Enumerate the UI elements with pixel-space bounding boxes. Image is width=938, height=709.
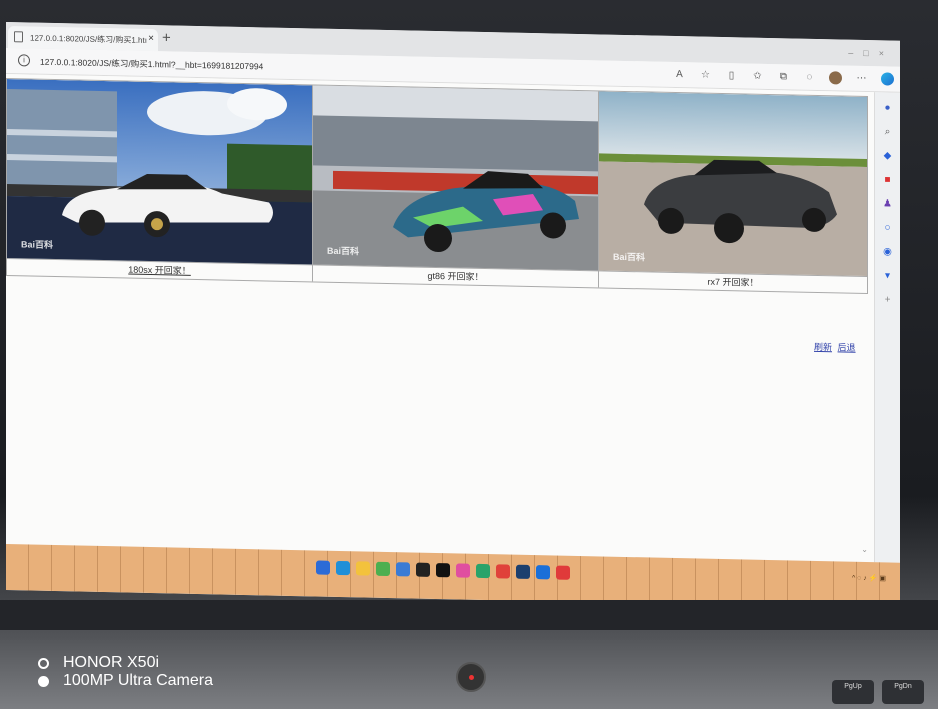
car-gallery-table: Bai百科 180sx 开回家！ Bai百科 gt86 开回家！ Bai百科 r…	[6, 78, 868, 295]
laptop-hinge	[0, 600, 938, 630]
system-tray[interactable]: ^ ◌ ♪ ⚡ ▣	[852, 574, 886, 583]
gallery-cell-180sx: Bai百科 180sx 开回家！	[7, 79, 313, 282]
favorite-icon[interactable]: ☆	[699, 69, 712, 82]
refresh-link[interactable]: 刷新	[814, 342, 832, 352]
app-icon[interactable]	[536, 565, 550, 580]
edge-copilot-icon[interactable]	[881, 72, 894, 86]
music-app-icon[interactable]	[476, 563, 490, 579]
favorites-list-icon[interactable]: ✩	[751, 70, 764, 83]
tiktok-icon[interactable]	[436, 563, 450, 578]
back-link[interactable]: 后退	[838, 342, 856, 352]
site-info-icon[interactable]: i	[18, 54, 30, 67]
sidebar-outlook-icon[interactable]: ◉	[880, 244, 896, 260]
page-content: Bai百科 180sx 开回家！ Bai百科 gt86 开回家！ Bai百科 r…	[6, 74, 874, 574]
sidebar-search-icon[interactable]: ⌕	[880, 124, 896, 140]
split-screen-icon[interactable]: ▯	[725, 69, 738, 82]
sidebar-games-icon[interactable]: ♟	[880, 196, 896, 212]
netease-icon[interactable]	[496, 564, 510, 579]
sidebar-add-icon[interactable]: +	[880, 292, 896, 308]
steam-icon[interactable]	[516, 564, 530, 579]
window-controls[interactable]: –□×	[848, 48, 894, 59]
baidu-watermark: Bai百科	[21, 239, 54, 250]
qq-icon[interactable]	[416, 562, 430, 577]
camera-watermark: HONOR X50i 100MP Ultra Camera	[38, 654, 213, 690]
pgup-key[interactable]: PgUp	[832, 680, 874, 704]
filled-dot-icon	[38, 675, 49, 687]
start-icon[interactable]	[316, 560, 330, 575]
sidebar-shopping-icon[interactable]: ◆	[880, 148, 896, 164]
baidu-watermark: Bai百科	[327, 245, 360, 257]
new-tab-button[interactable]: +	[162, 29, 171, 46]
camera-spec-line: 100MP Ultra Camera	[38, 672, 213, 690]
extensions-icon[interactable]: ◌	[803, 71, 816, 84]
video-app-icon[interactable]	[456, 563, 470, 578]
url-field[interactable]: 127.0.0.1:8020/JS/练习/购买1.html?__hbt=1699…	[40, 56, 263, 73]
camera-model: HONOR X50i	[63, 654, 160, 671]
sidebar-office-icon[interactable]: ○	[880, 220, 896, 236]
sidebar-send-icon[interactable]: ▾	[880, 268, 896, 284]
tab-close-icon[interactable]: ×	[148, 33, 154, 44]
browser-tab[interactable]: 127.0.0.1:8020/JS/练习/购买1.htı ×	[8, 26, 158, 52]
edge-taskbar-icon[interactable]	[336, 560, 350, 576]
gallery-cell-rx7: Bai百科 rx7 开回家！	[599, 91, 867, 293]
ring-dot-icon	[38, 657, 49, 669]
car-photo-180sx[interactable]: Bai百科	[7, 79, 312, 266]
power-button[interactable]	[456, 662, 486, 692]
sidebar-tools-icon[interactable]: ■	[880, 172, 896, 188]
page-icon	[14, 31, 23, 43]
gallery-cell-gt86: Bai百科 gt86 开回家！	[313, 85, 599, 288]
car-photo-rx7-image	[599, 91, 867, 278]
sidebar-bell-icon[interactable]: ●	[880, 100, 896, 116]
car-photo-gt86[interactable]: Bai百科	[313, 85, 598, 272]
pgdn-key[interactable]: PgDn	[882, 680, 924, 704]
read-aloud-icon[interactable]: A	[673, 68, 686, 81]
collections-icon[interactable]: ⧉	[777, 70, 790, 83]
wechat-icon[interactable]	[376, 561, 390, 577]
browser-icon[interactable]	[396, 562, 410, 577]
camera-model-line: HONOR X50i	[38, 654, 213, 672]
caption-link-180sx[interactable]: 180sx 开回家！	[128, 265, 191, 276]
page-links: 刷新 后退	[814, 340, 859, 354]
more-icon[interactable]: ⋯	[855, 72, 868, 85]
file-explorer-icon[interactable]	[356, 561, 370, 576]
baidu-watermark: Bai百科	[613, 251, 646, 263]
hbuilder-icon[interactable]	[556, 565, 570, 580]
laptop-screen: 127.0.0.1:8020/JS/练习/购买1.htı × + –□× i 1…	[6, 22, 900, 609]
taskbar-icons	[316, 560, 570, 580]
browser-toolbar: A ☆ ▯ ✩ ⧉ ◌ ⋯	[673, 68, 894, 86]
camera-spec: 100MP Ultra Camera	[63, 672, 213, 689]
car-photo-rx7[interactable]: Bai百科	[599, 91, 867, 278]
profile-avatar[interactable]	[829, 71, 842, 85]
keyboard-keys: PgUp PgDn	[832, 680, 924, 704]
tab-title: 127.0.0.1:8020/JS/练习/购买1.htı	[30, 33, 147, 45]
edge-sidebar: ● ⌕ ◆ ■ ♟ ○ ◉ ▾ +	[874, 92, 900, 563]
